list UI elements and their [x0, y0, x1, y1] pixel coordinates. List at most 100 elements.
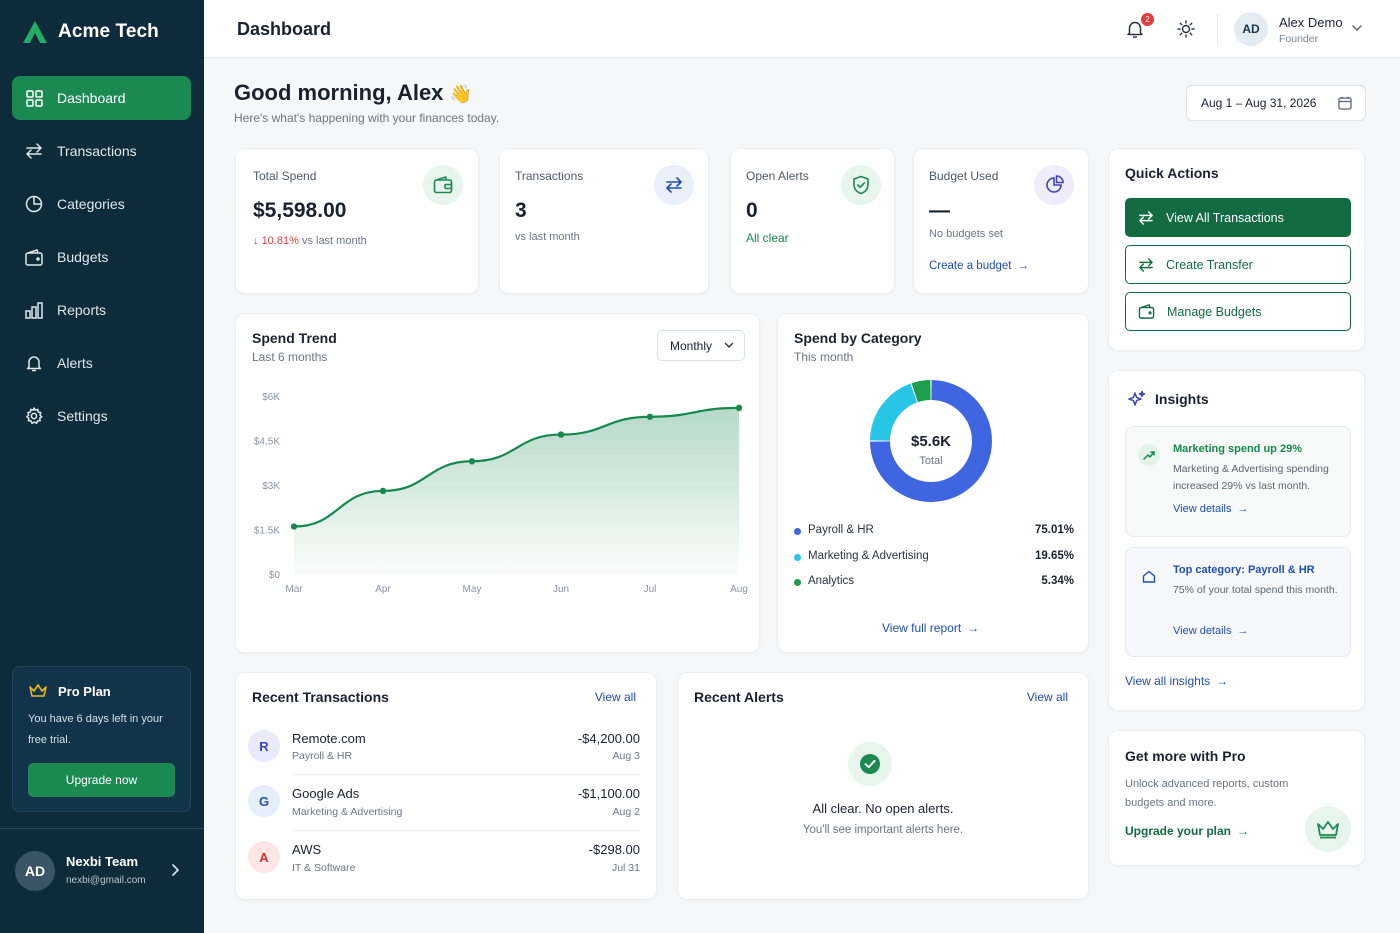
bar-chart-icon — [25, 301, 43, 319]
view-all-insights-link[interactable]: View all insights → — [1125, 674, 1228, 688]
sun-icon[interactable] — [1177, 20, 1195, 38]
transaction-category: IT & Software — [292, 862, 356, 874]
legend-percent: 19.65% — [1034, 550, 1074, 562]
upgrade-plan-link[interactable]: Upgrade your plan → — [1125, 824, 1249, 838]
header-divider — [1217, 14, 1218, 44]
arrow-right-icon: → — [1216, 674, 1229, 688]
y-tick-label: $1.5K — [254, 526, 280, 537]
sidebar-item-categories[interactable]: Categories — [12, 182, 191, 226]
sidebar-item-label: Reports — [57, 302, 107, 318]
view-all-transactions-button[interactable]: View All Transactions — [1125, 198, 1351, 237]
alerts-empty-subtitle: You'll see important alerts here. — [802, 824, 964, 836]
legend-percent: 5.34% — [1041, 575, 1074, 587]
y-tick-label: $0 — [269, 570, 281, 581]
brand[interactable]: Acme Tech — [22, 20, 159, 44]
transaction-date: Aug 3 — [612, 750, 640, 762]
grid-icon — [25, 89, 43, 107]
sidebar-item-reports[interactable]: Reports — [12, 288, 191, 332]
crown-icon — [29, 684, 47, 697]
date-range-label: Aug 1 – Aug 31, 2026 — [1201, 96, 1317, 110]
chevron-right-icon[interactable] — [170, 863, 180, 877]
avatar: A — [248, 841, 280, 873]
date-range-picker[interactable]: Aug 1 – Aug 31, 2026 — [1186, 85, 1366, 121]
y-tick-label: $4.5K — [254, 437, 280, 448]
pro-plan-card: Pro Plan You have 6 days left in your fr… — [12, 666, 191, 812]
wallet-icon — [25, 248, 43, 266]
brand-name: Acme Tech — [58, 21, 159, 42]
header-user-name[interactable]: Alex Demo — [1279, 15, 1343, 30]
page-title: Dashboard — [237, 19, 332, 39]
sidebar-item-transactions[interactable]: Transactions — [12, 129, 191, 173]
transaction-name[interactable]: AWS — [292, 842, 321, 857]
create-transfer-button[interactable]: Create Transfer — [1125, 245, 1351, 284]
gear-icon — [25, 407, 43, 425]
arrow-right-icon: → — [1017, 260, 1029, 272]
sidebar-item-dashboard[interactable]: Dashboard — [12, 76, 191, 120]
legend-dot — [794, 579, 801, 586]
view-all-transactions-link[interactable]: View all — [595, 690, 636, 704]
view-all-alerts-link[interactable]: View all — [1027, 690, 1068, 704]
insight-title: Marketing spend up 29% — [1173, 443, 1302, 455]
open-alerts-card: Open Alerts 0 All clear — [730, 148, 895, 294]
stat-label: Transactions — [515, 169, 584, 183]
home-icon — [1138, 565, 1160, 587]
arrow-right-icon: → — [1237, 824, 1250, 838]
top-bar: Dashboard 2 AD Alex Demo Founder — [204, 0, 1400, 58]
view-details-link[interactable]: View details → — [1173, 625, 1249, 637]
legend-percent: 75.01% — [1034, 524, 1074, 536]
avatar[interactable]: AD — [1234, 12, 1268, 46]
crown-icon — [1305, 806, 1351, 852]
transaction-category: Payroll & HR — [292, 750, 353, 762]
link-label: Upgrade your plan — [1125, 824, 1232, 838]
row-divider — [292, 774, 640, 775]
donut-total-value: $5.6K — [911, 433, 951, 450]
trend-point[interactable] — [557, 431, 565, 438]
sidebar-nav: Dashboard Transactions Categories Budget… — [12, 76, 191, 447]
sidebar-item-label: Budgets — [57, 249, 109, 265]
trend-point[interactable] — [379, 487, 387, 495]
pie-icon — [25, 195, 43, 213]
transaction-name[interactable]: Remote.com — [292, 731, 366, 746]
avatar: AD — [15, 851, 55, 891]
arrow-right-icon: → — [967, 621, 980, 635]
section-subtitle: This month — [794, 350, 854, 364]
view-full-report-link[interactable]: View full report → — [882, 621, 979, 635]
transfer-icon — [1139, 210, 1153, 225]
x-tick-label: Jun — [553, 584, 569, 595]
trend-point[interactable] — [290, 523, 298, 530]
link-label: View details — [1173, 625, 1232, 637]
quick-actions-card: Quick Actions View All Transactions Crea… — [1108, 148, 1365, 351]
section-title: Recent Alerts — [694, 689, 784, 705]
sidebar-item-label: Alerts — [57, 355, 93, 371]
upgrade-now-button[interactable]: Upgrade now — [28, 763, 175, 797]
check-circle-icon — [848, 742, 892, 786]
insights-card: Insights Marketing spend up 29% Marketin… — [1108, 370, 1365, 711]
chevron-down-icon[interactable] — [1351, 24, 1363, 32]
sidebar-item-budgets[interactable]: Budgets — [12, 235, 191, 279]
greeting-subtitle: Here's what's happening with your financ… — [234, 111, 500, 125]
spend-trend-card: Spend Trend Last 6 months Monthly $6K $4.… — [235, 313, 760, 653]
sidebar-user[interactable]: AD Nexbi Team nexbi@gmail.com — [0, 828, 204, 933]
sidebar-item-settings[interactable]: Settings — [12, 394, 191, 438]
trend-point[interactable] — [468, 458, 476, 465]
budget-used-card: Budget Used — No budgets set Create a bu… — [913, 148, 1089, 294]
pro-promo-card: Get more with Pro Unlock advanced report… — [1108, 730, 1365, 866]
view-details-link[interactable]: View details → — [1173, 503, 1249, 515]
button-label: View All Transactions — [1166, 210, 1284, 225]
manage-budgets-button[interactable]: Manage Budgets — [1125, 292, 1351, 331]
chevron-down-icon — [724, 342, 734, 348]
link-label: View details — [1173, 503, 1232, 515]
create-budget-link[interactable]: Create a budget → — [929, 260, 1029, 272]
trend-point[interactable] — [735, 404, 743, 412]
trend-point[interactable] — [646, 413, 654, 420]
period-dropdown[interactable]: Monthly — [657, 330, 745, 361]
transaction-name[interactable]: Google Ads — [292, 786, 359, 801]
legend-label: Analytics — [808, 575, 855, 587]
section-title: Spend by Category — [794, 330, 922, 346]
greeting-title: Good morning, Alex 👋 — [234, 80, 472, 106]
promo-title: Get more with Pro — [1125, 748, 1246, 764]
calendar-icon — [1338, 96, 1352, 110]
category-donut-chart: $5.6K Total — [870, 380, 992, 502]
section-title: Recent Transactions — [252, 689, 389, 705]
sidebar-item-alerts[interactable]: Alerts — [12, 341, 191, 385]
